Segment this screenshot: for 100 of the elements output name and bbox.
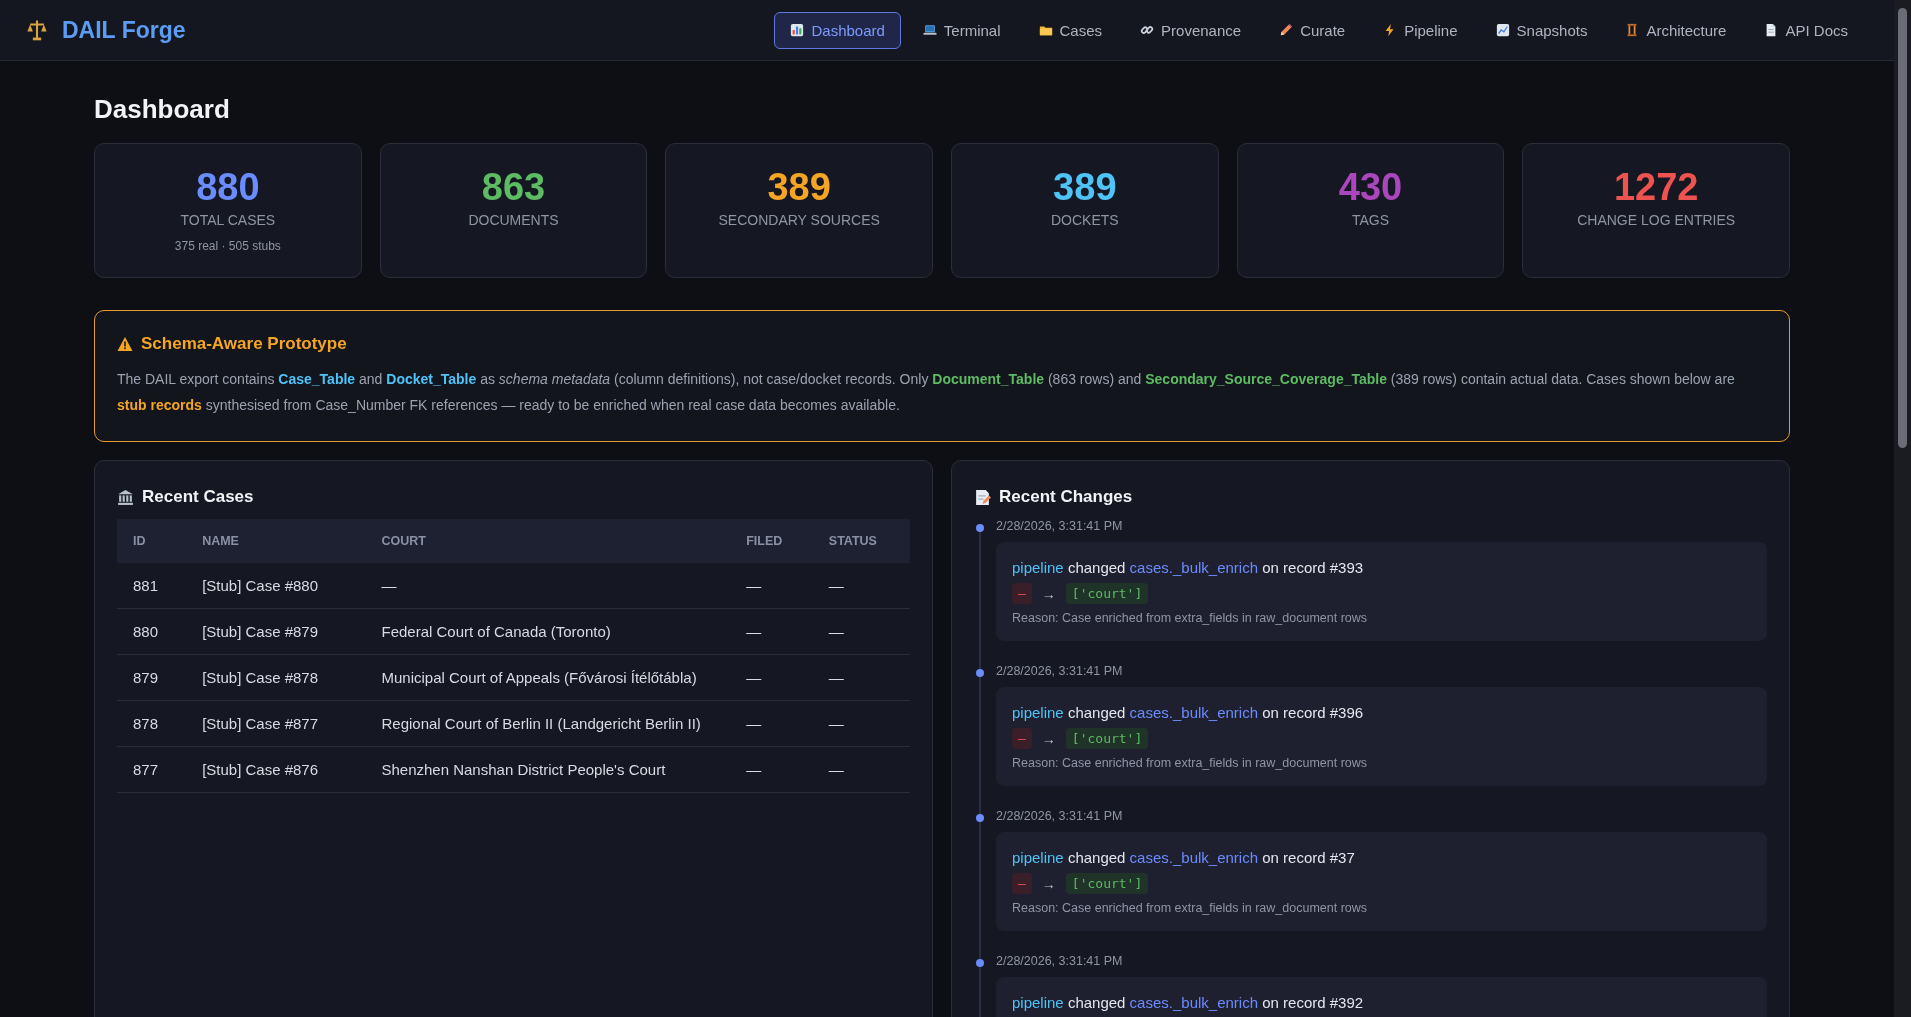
stat-value: 880 [196,166,260,210]
old-value: — [1012,873,1032,894]
scales-icon [26,19,48,41]
table-cell: Shenzhen Nanshan District People's Court [381,761,666,778]
nav-tab[interactable]: Pipeline [1367,11,1474,49]
nav-tab[interactable]: Provenance [1124,11,1258,49]
target-link[interactable]: cases._bulk_enrich [1129,849,1259,866]
table-cell: 878 [133,715,159,732]
timestamp: 2/28/2026, 3:31:41 PM [996,954,1124,968]
table-cell: Municipal Court of Appeals (Fővárosi Ítélőtábla) [381,669,697,686]
timeline-dot [976,669,984,677]
table-cell: [Stub] Case #877 [202,715,319,732]
bar-chart-icon [790,23,805,37]
nav-tab[interactable]: Snapshots [1479,11,1604,49]
nav-tab[interactable]: Cases [1022,11,1119,49]
table-row[interactable]: 880 [Stub] Case #879 Federal Court of Canada (Toronto) — — [117,608,910,655]
column-header: ID [117,519,187,563]
target-link[interactable]: cases._bulk_enrich [1129,704,1259,721]
stat-value: 1272 [1613,166,1699,210]
change-summary: pipeline changed cases._bulk_enrich on record #396 [1012,704,1365,721]
table-cell: Regional Court of Berlin II (Landgericht Berlin II) [381,715,701,732]
table-cell: 877 [133,761,159,778]
column-header: STATUS [812,519,910,563]
table-cell: 879 [133,669,159,686]
table-cell: — [746,669,762,686]
nav-tab[interactable]: Curate [1263,11,1362,49]
table-cell: — [746,577,762,594]
stat-value: 430 [1338,166,1403,210]
table-cell: [Stub] Case #876 [202,761,319,778]
timestamp: 2/28/2026, 3:31:41 PM [996,809,1124,823]
change-summary: pipeline changed cases._bulk_enrich on record #37 [1012,849,1356,866]
app-title: DAIL Forge [62,16,186,44]
stat-label: TAGS [1351,211,1390,228]
table-row[interactable]: 878 [Stub] Case #877 Regional Court of Berlin II (Landgericht Berlin II) — — [117,700,910,747]
scrollbar[interactable] [1894,0,1911,1017]
page-title: Dashboard [94,94,231,125]
change-reason: Reason: Case enriched from extra_fields in raw_document rows [1012,611,1369,625]
nav-tab[interactable]: API Docs [1748,11,1864,49]
timeline-dot [976,524,984,532]
stat-label: DOCKETS [1050,211,1119,228]
table-cell: 880 [133,623,159,640]
bank-icon [117,488,134,506]
old-value: — [1012,728,1032,749]
pencil-icon [1279,23,1294,37]
timeline-dot [976,814,984,822]
arrow-glyph: → [1041,730,1056,747]
table-cell: — [746,761,762,778]
stat-label: SECONDARY SOURCES [718,211,880,228]
panel-title: Recent Cases [142,487,254,507]
new-value: ['court'] [1065,583,1149,604]
table-cell: — [828,577,844,594]
timestamp: 2/28/2026, 3:31:41 PM [996,664,1124,678]
note-icon [974,488,991,506]
new-value: ['court'] [1065,728,1149,749]
table-row[interactable]: 879 [Stub] Case #878 Municipal Court of Appeals (Fővárosi Ítélőtábla) — — [117,654,910,701]
target-link[interactable]: cases._bulk_enrich [1129,559,1259,576]
timestamp: 2/28/2026, 3:31:41 PM [996,519,1124,533]
table-cell: — [828,715,844,732]
panel-title: Recent Changes [999,487,1133,507]
stat-value: 389 [1053,166,1117,210]
arrow-glyph: → [1041,875,1056,892]
table-cell: [Stub] Case #879 [202,623,319,640]
table-cell: — [746,715,762,732]
table-cell: 881 [133,577,159,594]
change-reason: Reason: Case enriched from extra_fields in raw_document rows [1012,756,1369,770]
stat-label: CHANGE LOG ENTRIES [1577,211,1736,228]
change-reason: Reason: Case enriched from extra_fields in raw_document rows [1012,901,1369,915]
timeline-dot [976,959,984,967]
nav-tab[interactable]: Terminal [906,11,1017,49]
table-row[interactable]: 881 [Stub] Case #880 — — — [117,563,910,609]
stat-note: 375 real · 505 stubs [174,238,281,253]
warning-icon [117,336,133,352]
column-header: FILED [730,519,813,563]
stat-value: 863 [481,166,546,210]
laptop-icon [922,23,937,37]
new-value: ['court'] [1065,873,1149,894]
stat-value: 389 [767,166,831,210]
arrow-glyph: → [1041,585,1056,602]
actor-link[interactable]: pipeline [1012,994,1064,1011]
nav-tab[interactable]: Architecture [1609,11,1743,49]
column-header: NAME [186,519,366,563]
table-cell: — [828,669,844,686]
actor-link[interactable]: pipeline [1012,559,1064,576]
table-row[interactable]: 877 [Stub] Case #876 Shenzhen Nanshan District People's Court — — [117,746,910,793]
line-chart-icon [1495,23,1510,37]
table-cell: [Stub] Case #878 [202,669,319,686]
stat-label: DOCUMENTS [468,211,559,228]
table-cell: Federal Court of Canada (Toronto) [381,623,611,640]
notice-text: The DAIL export contains Case_Table and Docket_Table as schema metadata (column definitions), not case/docket records. Only Document_Table (863 rows) and Secondary_Source_Coverage_Table (389 rows) contain actual data. Cases shown below are stub records synthesised from Case_Number FK references — ready to be enriched when real case data becomes available. [117,370,1736,415]
table-cell: [Stub] Case #880 [202,577,319,594]
old-value: — [1012,583,1032,604]
nav-tab[interactable]: Dashboard [774,11,901,49]
actor-link[interactable]: pipeline [1012,704,1064,721]
actor-link[interactable]: pipeline [1012,849,1064,866]
column-header: COURT [365,519,731,563]
table-cell: — [746,623,762,640]
target-link[interactable]: cases._bulk_enrich [1129,994,1259,1011]
table-cell: — [381,577,397,594]
table-cell: — [828,623,844,640]
link-icon [1140,23,1155,37]
